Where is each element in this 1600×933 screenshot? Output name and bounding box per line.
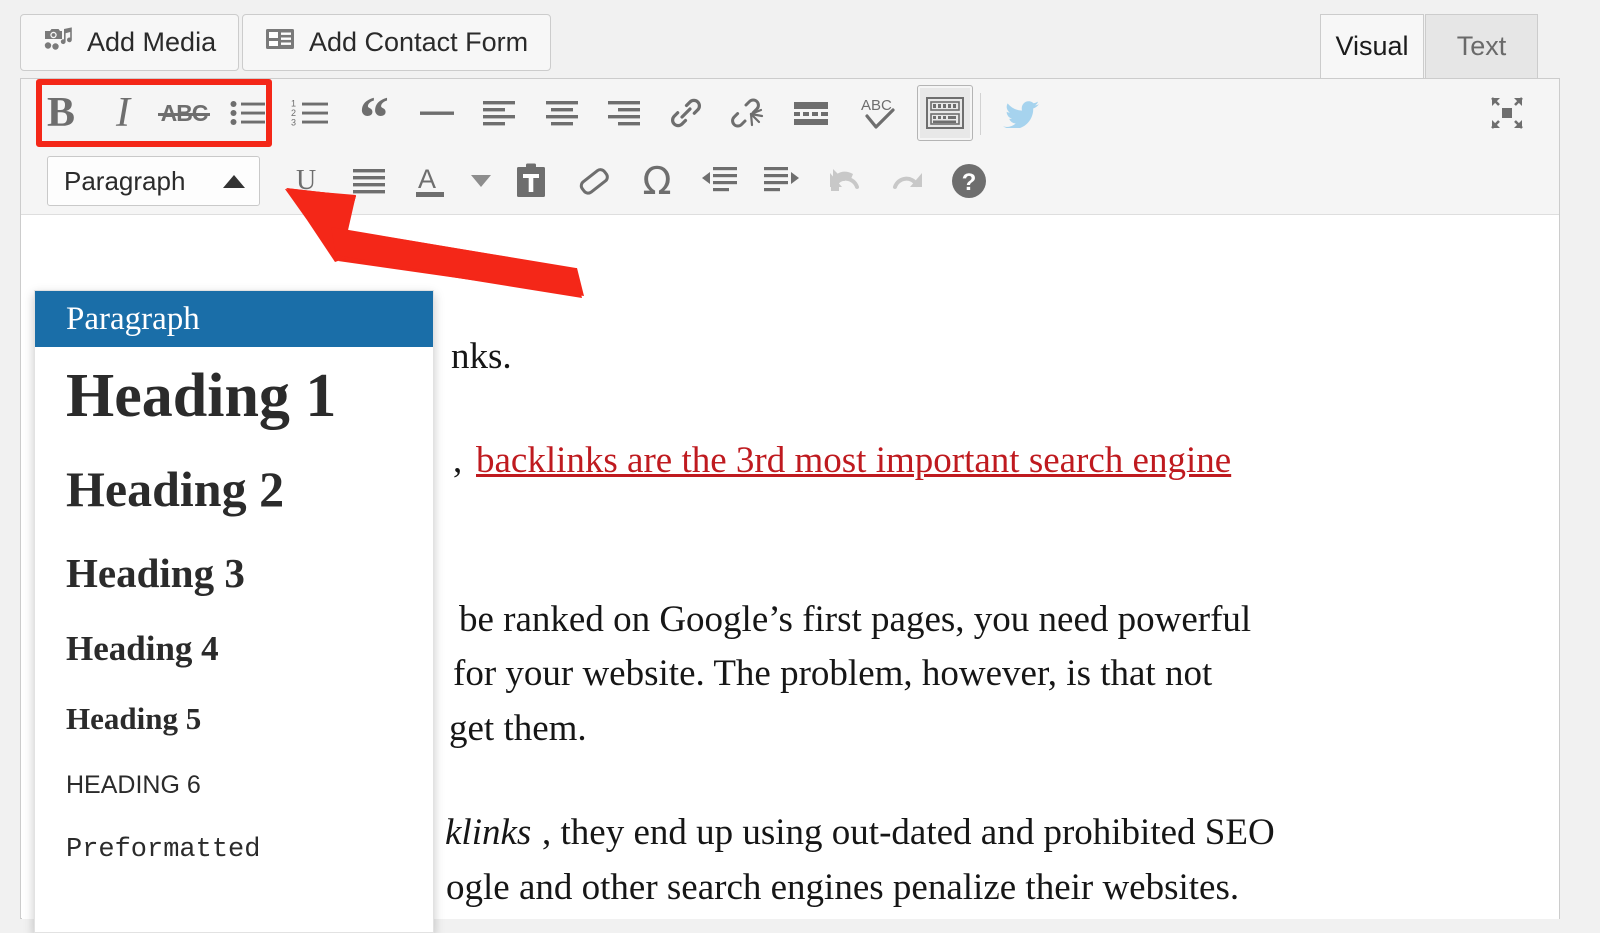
format-menu-item-label: Heading 2 (66, 460, 284, 518)
format-menu-item-label: Heading 3 (66, 549, 245, 597)
format-select-value: Paragraph (64, 166, 185, 197)
format-menu-item-label: HEADING 6 (66, 771, 201, 800)
text-color-chevron-down-icon[interactable] (453, 153, 509, 209)
svg-text:U: U (296, 165, 316, 196)
editor-toolbar: B I ABC 1 2 3 (21, 79, 1559, 215)
redo-icon[interactable] (879, 153, 935, 209)
editor-mode-tabs: Visual Text (1300, 14, 1560, 78)
svg-text:?: ? (962, 169, 977, 196)
format-menu-item-label: Heading 4 (66, 629, 219, 669)
italic-icon[interactable]: I (95, 85, 151, 141)
increase-indent-icon[interactable] (754, 153, 810, 209)
align-left-icon[interactable] (471, 85, 527, 141)
special-character-icon[interactable]: Ω (629, 153, 685, 209)
read-more-icon[interactable] (783, 85, 839, 141)
format-menu-item-heading-4[interactable]: Heading 4 (35, 613, 433, 685)
align-center-icon[interactable] (534, 85, 590, 141)
spellcheck-icon[interactable]: ABC (853, 85, 909, 141)
bold-icon[interactable]: B (33, 85, 89, 141)
format-menu-item-heading-6[interactable]: HEADING 6 (35, 753, 433, 817)
strikethrough-icon[interactable]: ABC (156, 85, 212, 141)
tab-visual[interactable]: Visual (1320, 14, 1424, 78)
doc-text-fragment: , (453, 440, 462, 481)
blockquote-icon[interactable]: “ (346, 85, 402, 141)
toolbar-separator (980, 93, 981, 135)
add-media-button[interactable]: Add Media (20, 14, 239, 71)
doc-line: nks. (451, 335, 512, 378)
omega-glyph: Ω (642, 159, 671, 203)
toolbar-toggle-icon[interactable] (917, 85, 973, 141)
clear-formatting-icon[interactable] (566, 153, 622, 209)
format-menu-item-heading-5[interactable]: Heading 5 (35, 685, 433, 753)
camera-music-icon (43, 24, 73, 61)
format-dropdown-menu[interactable]: Paragraph Heading 1 Heading 2 Heading 3 … (34, 290, 434, 933)
insert-link-icon[interactable] (658, 85, 714, 141)
keyboard-shortcuts-icon[interactable]: ? (941, 153, 997, 209)
add-contact-form-button[interactable]: Add Contact Form (242, 14, 551, 71)
doc-link[interactable]: backlinks are the 3rd most important sea… (476, 439, 1231, 482)
toolbar-row-1: B I ABC 1 2 3 (21, 79, 1559, 147)
doc-line: get them. (449, 707, 587, 750)
doc-line: , (453, 439, 462, 482)
contact-form-icon (265, 27, 295, 58)
format-menu-item-label: Paragraph (66, 301, 200, 338)
doc-line: , they end up using out-dated and prohib… (542, 811, 1275, 854)
justify-icon[interactable] (341, 153, 397, 209)
add-contact-form-label: Add Contact Form (309, 27, 528, 58)
paste-as-text-icon[interactable] (503, 153, 559, 209)
format-menu-item-paragraph[interactable]: Paragraph (35, 291, 433, 347)
svg-text:A: A (418, 164, 436, 194)
chevron-up-icon (223, 175, 245, 188)
svg-text:ABC: ABC (861, 97, 892, 114)
format-select[interactable]: Paragraph (47, 156, 260, 206)
format-menu-item-heading-1[interactable]: Heading 1 (35, 347, 433, 445)
editor-panel: B I ABC 1 2 3 (20, 78, 1560, 919)
numbered-list-icon[interactable]: 1 2 3 (282, 85, 338, 141)
bulleted-list-icon[interactable] (220, 85, 276, 141)
format-menu-item-preformatted[interactable]: Preformatted (35, 817, 433, 883)
undo-icon[interactable] (817, 153, 873, 209)
twitter-icon[interactable] (993, 85, 1049, 141)
align-right-icon[interactable] (596, 85, 652, 141)
format-menu-item-label: Preformatted (66, 835, 260, 865)
doc-line: be ranked on Google’s first pages, you n… (459, 598, 1251, 641)
underline-icon[interactable]: U (279, 153, 335, 209)
doc-line-italic: klinks (445, 811, 531, 854)
fullscreen-icon[interactable] (1479, 85, 1535, 141)
add-media-label: Add Media (87, 27, 216, 58)
unlink-icon[interactable] (721, 85, 777, 141)
format-menu-item-heading-3[interactable]: Heading 3 (35, 533, 433, 613)
horizontal-rule-icon[interactable] (409, 85, 465, 141)
bold-glyph: B (47, 89, 75, 137)
tab-text[interactable]: Text (1425, 14, 1538, 78)
italic-glyph: I (116, 89, 130, 137)
post-editor: Add Media Add Contact Form Visual Text (20, 0, 1560, 919)
format-menu-item-label: Heading 1 (66, 361, 336, 432)
strikethrough-glyph: ABC (161, 100, 208, 127)
format-menu-item-label: Heading 5 (66, 701, 201, 737)
tab-visual-label: Visual (1335, 31, 1408, 62)
format-menu-item-heading-2[interactable]: Heading 2 (35, 445, 433, 533)
decrease-indent-icon[interactable] (691, 153, 747, 209)
text-color-icon[interactable]: A (403, 153, 459, 209)
doc-line: for your website. The problem, however, … (453, 652, 1212, 695)
toolbar-row-2: Paragraph U A (21, 147, 1559, 215)
doc-line: ogle and other search engines penalize t… (446, 866, 1239, 909)
svg-text:2: 2 (291, 108, 296, 118)
tab-text-label: Text (1457, 31, 1507, 62)
svg-text:3: 3 (291, 118, 296, 128)
